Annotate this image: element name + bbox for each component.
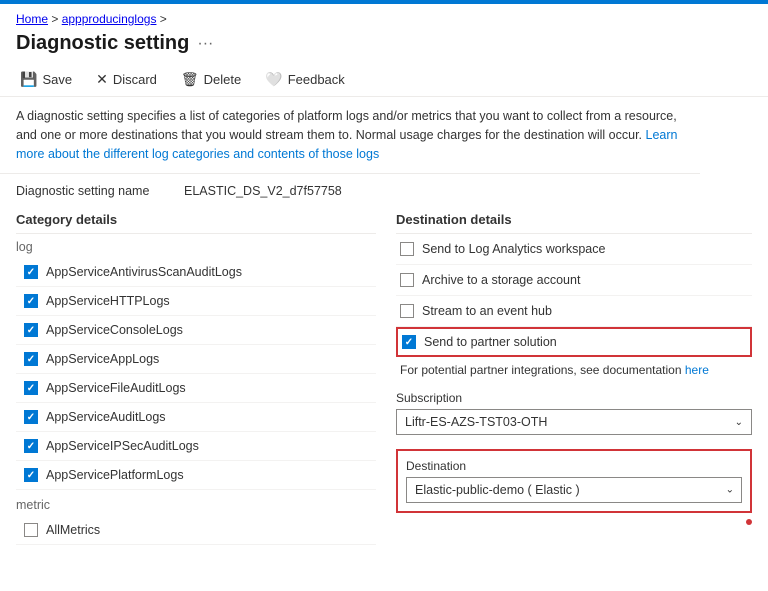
feedback-icon: 🤍 <box>265 71 282 88</box>
discard-button[interactable]: ✕ Discard <box>92 69 161 90</box>
page-title-container: Diagnostic setting ··· <box>0 30 768 63</box>
subscription-input[interactable]: Liftr-ES-AZS-TST03-OTH ⌄ <box>396 409 752 435</box>
dest-label-storage: Archive to a storage account <box>422 273 580 287</box>
log-label-8: AppServicePlatformLogs <box>46 468 184 482</box>
checkbox-1[interactable] <box>24 265 38 279</box>
checkbox-partner[interactable] <box>402 335 416 349</box>
discard-icon: ✕ <box>96 71 108 88</box>
checkbox-metric-1[interactable] <box>24 523 38 537</box>
breadcrumb-sep2: > <box>160 12 167 26</box>
save-label: Save <box>42 72 72 87</box>
log-label-4: AppServiceAppLogs <box>46 352 159 366</box>
log-label-6: AppServiceAuditLogs <box>46 410 166 424</box>
log-label-3: AppServiceConsoleLogs <box>46 323 183 337</box>
feedback-button[interactable]: 🤍 Feedback <box>261 69 349 90</box>
destination-select-wrapper: Elastic-public-demo ( Elastic ) ⌄ <box>406 477 742 503</box>
setting-name-label: Diagnostic setting name <box>16 184 176 198</box>
description-block: A diagnostic setting specifies a list of… <box>0 97 700 174</box>
checkbox-3[interactable] <box>24 323 38 337</box>
checkbox-log-analytics[interactable] <box>400 242 414 256</box>
page-title-ellipsis[interactable]: ··· <box>197 35 213 53</box>
checkbox-5[interactable] <box>24 381 38 395</box>
subscription-value: Liftr-ES-AZS-TST03-OTH <box>405 415 547 429</box>
log-item-6: AppServiceAuditLogs <box>16 403 376 432</box>
log-label-1: AppServiceAntivirusScanAuditLogs <box>46 265 242 279</box>
save-icon: 💾 <box>20 71 37 88</box>
delete-icon: 🗑 <box>181 71 199 88</box>
subscription-label: Subscription <box>396 391 752 405</box>
right-panel: Destination details Send to Log Analytic… <box>396 204 752 545</box>
delete-label: Delete <box>204 72 242 87</box>
setting-name-row: Diagnostic setting name ELASTIC_DS_V2_d7… <box>0 174 768 204</box>
partner-note: For potential partner integrations, see … <box>396 357 752 385</box>
destination-label: Destination <box>406 459 742 473</box>
description-text1: A diagnostic setting specifies a list of… <box>16 109 677 142</box>
setting-name-value: ELASTIC_DS_V2_d7f57758 <box>184 184 342 198</box>
breadcrumb-resource[interactable]: appproducinglogs <box>62 12 157 26</box>
log-item-4: AppServiceAppLogs <box>16 345 376 374</box>
partner-note-text: For potential partner integrations, see … <box>400 363 685 377</box>
log-item-3: AppServiceConsoleLogs <box>16 316 376 345</box>
log-subsection-header: log <box>16 234 376 258</box>
delete-button[interactable]: 🗑 Delete <box>177 69 245 90</box>
breadcrumb: Home > appproducinglogs > <box>0 4 768 30</box>
checkbox-2[interactable] <box>24 294 38 308</box>
partner-link[interactable]: here <box>685 363 709 377</box>
discard-label: Discard <box>113 72 157 87</box>
breadcrumb-sep1: > <box>51 12 61 26</box>
destination-select[interactable]: Elastic-public-demo ( Elastic ) <box>406 477 742 503</box>
category-details-header: Category details <box>16 204 376 234</box>
log-item-7: AppServiceIPSecAuditLogs <box>16 432 376 461</box>
main-content: Category details log AppServiceAntivirus… <box>0 204 768 545</box>
page-title: Diagnostic setting <box>16 32 189 55</box>
dest-item-partner: Send to partner solution <box>396 327 752 357</box>
checkbox-6[interactable] <box>24 410 38 424</box>
metric-item-1: AllMetrics <box>16 516 376 545</box>
checkbox-event-hub[interactable] <box>400 304 414 318</box>
checkbox-4[interactable] <box>24 352 38 366</box>
breadcrumb-home[interactable]: Home <box>16 12 48 26</box>
log-label-5: AppServiceFileAuditLogs <box>46 381 186 395</box>
subscription-group: Subscription Liftr-ES-AZS-TST03-OTH ⌄ <box>396 385 752 441</box>
checkbox-storage[interactable] <box>400 273 414 287</box>
destination-group: Destination Elastic-public-demo ( Elasti… <box>396 449 752 513</box>
metric-label-1: AllMetrics <box>46 523 100 537</box>
log-label-7: AppServiceIPSecAuditLogs <box>46 439 199 453</box>
checkbox-7[interactable] <box>24 439 38 453</box>
dest-item-event-hub: Stream to an event hub <box>396 296 752 327</box>
left-panel: Category details log AppServiceAntivirus… <box>16 204 376 545</box>
log-item-2: AppServiceHTTPLogs <box>16 287 376 316</box>
feedback-label: Feedback <box>288 72 345 87</box>
log-item-8: AppServicePlatformLogs <box>16 461 376 490</box>
checkbox-8[interactable] <box>24 468 38 482</box>
log-item-5: AppServiceFileAuditLogs <box>16 374 376 403</box>
metric-section: metric AllMetrics <box>16 492 376 545</box>
destination-details-header: Destination details <box>396 204 752 234</box>
log-label-2: AppServiceHTTPLogs <box>46 294 170 308</box>
toolbar: 💾 Save ✕ Discard 🗑 Delete 🤍 Feedback <box>0 63 768 97</box>
dest-label-partner: Send to partner solution <box>424 335 557 349</box>
save-button[interactable]: 💾 Save <box>16 69 76 90</box>
dest-item-storage: Archive to a storage account <box>396 265 752 296</box>
dest-item-log-analytics: Send to Log Analytics workspace <box>396 234 752 265</box>
dest-label-event-hub: Stream to an event hub <box>422 304 552 318</box>
log-item-1: AppServiceAntivirusScanAuditLogs <box>16 258 376 287</box>
metric-subsection-header: metric <box>16 492 376 516</box>
log-list: AppServiceAntivirusScanAuditLogs AppServ… <box>16 258 376 490</box>
subscription-arrow-icon: ⌄ <box>735 417 743 428</box>
dest-label-log-analytics: Send to Log Analytics workspace <box>422 242 605 256</box>
